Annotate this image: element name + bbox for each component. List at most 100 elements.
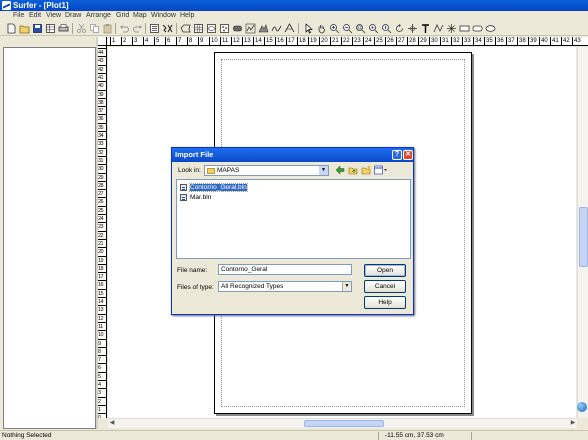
ruler-tick-label: 7 xyxy=(98,355,106,363)
vector-map-icon[interactable] xyxy=(245,23,256,34)
rectangle-icon[interactable] xyxy=(459,23,470,34)
dialog-help-icon[interactable]: ? xyxy=(392,150,402,160)
rotate-icon[interactable] xyxy=(394,23,405,34)
3d-surface-icon[interactable] xyxy=(271,23,282,34)
horizontal-ruler: 1 2 3 4 5 6 7 8 9 10 11 12 13 14 15 16 17 18 19 20 21 22 23 24 2… xyxy=(98,37,588,46)
symbol-icon[interactable] xyxy=(446,23,457,34)
ruler-tick-label: 9 xyxy=(198,37,208,45)
ellipse-icon[interactable] xyxy=(485,23,496,34)
menu-file[interactable]: File xyxy=(13,12,24,20)
select-icon[interactable] xyxy=(303,23,314,34)
ruler-tick-label: 3 xyxy=(98,388,106,396)
cursor-coordinates: -11.55 cm, 37.53 cm xyxy=(382,432,472,440)
wireframe-icon[interactable] xyxy=(284,23,295,34)
cut-icon[interactable] xyxy=(76,23,87,34)
menu-bar: File Edit View Draw Arrange Grid Map Win… xyxy=(0,11,588,21)
status-bar: Nothing Selected -11.55 cm, 37.53 cm xyxy=(0,430,588,440)
horizontal-scrollbar[interactable]: ◀ ▶ xyxy=(108,418,577,428)
ruler-tick-label: 26 xyxy=(385,37,394,45)
menu-view[interactable]: View xyxy=(46,12,61,20)
object-manager-panel[interactable] xyxy=(3,47,96,429)
undo-icon[interactable] xyxy=(119,23,130,34)
menu-edit[interactable]: Edit xyxy=(29,12,41,20)
new-folder-icon[interactable] xyxy=(361,165,371,175)
menu-arrange[interactable]: Arrange xyxy=(86,12,111,20)
ruler-tick-label: 22 xyxy=(98,230,106,239)
cancel-button[interactable]: Cancel xyxy=(364,280,406,293)
open-button[interactable]: Open xyxy=(364,264,406,277)
ruler-tick-label: 23 xyxy=(98,222,106,230)
new-icon[interactable] xyxy=(6,23,17,34)
zoom-page-icon[interactable] xyxy=(368,23,379,34)
ruler-tick-label: 20 xyxy=(98,247,106,255)
ruler-tick-label: 29 xyxy=(98,172,106,181)
scroll-right-arrow-icon[interactable]: ▶ xyxy=(569,419,577,428)
look-in-value: MAPAS xyxy=(217,167,240,174)
zoom-out-icon[interactable] xyxy=(342,23,353,34)
ruler-tick-label: 33 xyxy=(462,37,471,45)
digitize-icon[interactable] xyxy=(407,23,418,34)
menu-draw[interactable]: Draw xyxy=(65,12,81,20)
image-map-icon[interactable] xyxy=(232,23,243,34)
polygon-icon[interactable] xyxy=(180,23,191,34)
paste-icon[interactable] xyxy=(102,23,113,34)
ruler-tick-label: 30 xyxy=(98,164,106,172)
chevron-down-icon[interactable]: ▼ xyxy=(342,282,351,291)
bln-file-icon xyxy=(180,184,187,191)
print-icon[interactable] xyxy=(58,23,69,34)
dialog-close-icon[interactable]: ✕ xyxy=(403,150,413,160)
file-name-input[interactable]: Contorno_Geral xyxy=(218,264,352,275)
ruler-tick-label: 29 xyxy=(418,37,427,45)
menu-map[interactable]: Map xyxy=(133,12,147,20)
open-icon[interactable] xyxy=(19,23,30,34)
redo-icon[interactable] xyxy=(132,23,143,34)
zoom-rect-icon[interactable] xyxy=(355,23,366,34)
file-list[interactable]: Contorno_Geral.bln Mar.bln xyxy=(176,179,411,259)
properties-icon[interactable] xyxy=(162,23,173,34)
text-icon[interactable] xyxy=(420,23,431,34)
vertical-scrollbar[interactable] xyxy=(577,47,588,418)
view-menu-icon[interactable] xyxy=(374,165,388,175)
ruler-tick-label: 24 xyxy=(98,214,106,222)
copy-icon[interactable] xyxy=(89,23,100,34)
dialog-title: Import File xyxy=(172,148,413,162)
zoom-actual-icon[interactable] xyxy=(381,23,392,34)
ruler-tick-label: 34 xyxy=(98,131,106,139)
ruler-tick-label: 32 xyxy=(451,37,460,45)
shaded-relief-icon[interactable] xyxy=(258,23,269,34)
ruler-tick-label: 15 xyxy=(98,288,106,297)
chevron-down-icon[interactable]: ▼ xyxy=(319,166,328,175)
vertical-scroll-thumb[interactable] xyxy=(579,207,588,267)
worksheet-icon[interactable] xyxy=(45,23,56,34)
grid-data-icon[interactable] xyxy=(193,23,204,34)
menu-help[interactable]: Help xyxy=(180,12,194,20)
zoom-in-icon[interactable] xyxy=(329,23,340,34)
ruler-tick-label: 35 xyxy=(484,37,493,45)
back-icon[interactable] xyxy=(335,165,345,175)
ruler-tick-label: 18 xyxy=(297,37,306,45)
menu-grid[interactable]: Grid xyxy=(116,12,129,20)
pan-icon[interactable] xyxy=(316,23,327,34)
file-item-mar[interactable]: Mar.bln xyxy=(180,193,211,202)
ruler-tick-label: 9 xyxy=(98,338,106,347)
file-item-contorno-geral[interactable]: Contorno_Geral.bln xyxy=(180,183,248,192)
ruler-tick-label: 31 xyxy=(98,155,106,164)
save-icon[interactable] xyxy=(32,23,43,34)
ruler-tick-label: 19 xyxy=(98,255,106,264)
post-map-icon[interactable] xyxy=(219,23,230,34)
file-type-select[interactable]: All Recognized Types ▼ xyxy=(218,281,352,292)
rounded-rect-icon[interactable] xyxy=(472,23,483,34)
scroll-left-arrow-icon[interactable]: ◀ xyxy=(108,419,116,428)
polyline-icon[interactable] xyxy=(433,23,444,34)
look-in-select[interactable]: MAPAS ▼ xyxy=(204,165,329,176)
menu-window[interactable]: Window xyxy=(151,12,176,20)
up-folder-icon[interactable] xyxy=(348,165,358,175)
help-button[interactable]: Help xyxy=(364,296,406,309)
toolbar-separator xyxy=(298,23,299,34)
object-manager-icon[interactable] xyxy=(149,23,160,34)
ruler-tick-label: 15 xyxy=(264,37,273,45)
horizontal-scroll-thumb[interactable] xyxy=(304,420,384,427)
contour-map-icon[interactable] xyxy=(206,23,217,34)
surfer-app-icon[interactable] xyxy=(2,1,11,10)
ruler-tick-label: 41 xyxy=(550,37,559,45)
